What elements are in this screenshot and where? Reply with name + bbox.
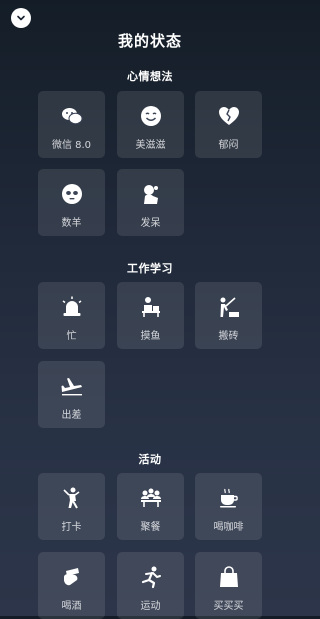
status-tile-happy[interactable]: 美滋滋: [117, 91, 184, 158]
status-tile-label: 美滋滋: [135, 140, 166, 151]
status-tile-grinding[interactable]: 搬砖: [195, 282, 262, 349]
status-tile-wechat[interactable]: 微信 8.0: [38, 91, 105, 158]
smile-face-icon: [139, 104, 163, 128]
status-tile-drinking[interactable]: 喝酒: [38, 552, 105, 619]
coffee-cup-icon: [217, 486, 241, 510]
status-tile-shopping[interactable]: 买买买: [195, 552, 262, 619]
status-tile-daze[interactable]: 发呆: [117, 169, 184, 236]
status-tile-dinner[interactable]: 聚餐: [117, 473, 184, 540]
section-title-mood: 心情想法: [127, 70, 173, 83]
status-tile-label: 打卡: [61, 522, 82, 533]
status-tile-gloomy[interactable]: 郁闷: [195, 91, 262, 158]
status-tile-counting-sheep[interactable]: 数羊: [38, 169, 105, 236]
status-tile-label: 喝酒: [61, 601, 82, 612]
slacking-icon: [139, 295, 163, 319]
status-tile-business-trip[interactable]: 出差: [38, 361, 105, 428]
status-tile-label: 郁闷: [218, 140, 239, 151]
check-in-icon: [60, 486, 84, 510]
status-tile-slacking[interactable]: 摸鱼: [117, 282, 184, 349]
wechat-icon: [60, 104, 84, 128]
status-tile-label: 发呆: [140, 218, 161, 229]
status-tile-label: 买买买: [213, 601, 244, 612]
status-tile-exercise[interactable]: 运动: [117, 552, 184, 619]
status-tile-coffee[interactable]: 喝咖啡: [195, 473, 262, 540]
dinner-party-icon: [139, 486, 163, 510]
running-icon: [139, 565, 163, 589]
drinking-icon: [60, 565, 84, 589]
status-tile-label: 聚餐: [140, 522, 161, 533]
status-tile-label: 搬砖: [218, 331, 239, 342]
brick-carrying-icon: [217, 295, 241, 319]
status-tile-label: 摸鱼: [140, 331, 161, 342]
status-tile-label: 喝咖啡: [213, 522, 244, 533]
alarm-light-icon: [60, 295, 84, 319]
section-title-work: 工作学习: [127, 262, 173, 275]
collapse-button[interactable]: [11, 8, 31, 28]
shopping-bag-icon: [217, 565, 241, 589]
status-tile-check-in[interactable]: 打卡: [38, 473, 105, 540]
sheep-face-icon: [60, 182, 84, 206]
status-tile-label: 运动: [140, 601, 161, 612]
status-tile-label: 忙: [66, 331, 77, 342]
page-title: 我的状态: [117, 32, 182, 50]
broken-heart-icon: [217, 104, 241, 128]
status-tile-busy[interactable]: 忙: [38, 282, 105, 349]
section-title-activities: 活动: [138, 453, 162, 466]
status-tile-label: 数羊: [61, 218, 82, 229]
status-tile-label: 微信 8.0: [51, 140, 92, 151]
chevron-down-icon: [15, 9, 27, 28]
airplane-icon: [60, 374, 84, 398]
daze-icon: [139, 182, 163, 206]
status-tile-label: 出差: [61, 410, 82, 421]
